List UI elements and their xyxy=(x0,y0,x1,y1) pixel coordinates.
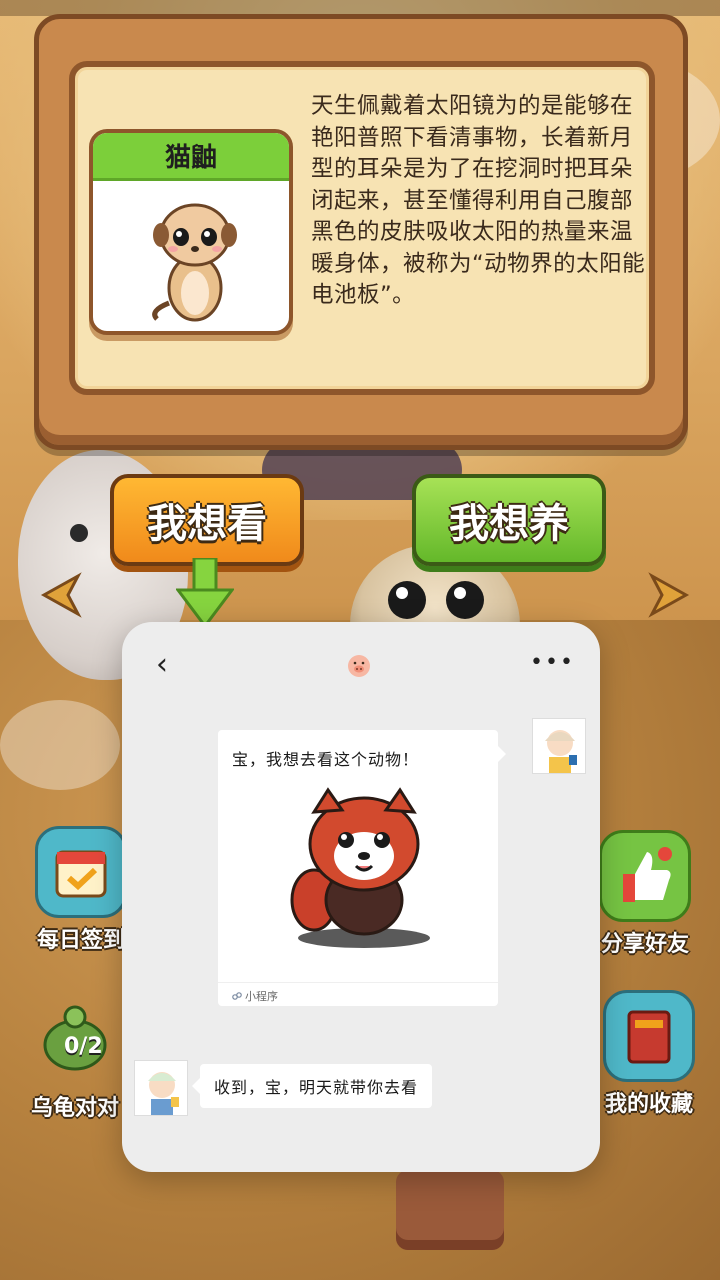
sheep-eye xyxy=(70,524,88,542)
my-collection-label: 我的收藏 xyxy=(604,1092,693,1117)
share-friends-label: 分享好友 xyxy=(600,932,689,957)
turtle-icon: 0/2 xyxy=(29,994,121,1086)
mini-program-icon xyxy=(232,992,242,1000)
shared-animal-message[interactable]: 宝，我想去看这个动物！ 小程序 xyxy=(218,730,506,1006)
want-to-see-button[interactable]: 我想看 xyxy=(110,474,304,566)
turtle-match-label: 乌龟对对 xyxy=(30,1096,119,1121)
turtle-match-count: 0/2 xyxy=(64,1034,103,1059)
turtle-match-button[interactable]: 0/2 乌龟对对 xyxy=(20,994,130,1122)
shared-message-text: 宝，我想去看这个动物！ xyxy=(232,750,420,769)
animal-name: 猫鼬 xyxy=(93,133,289,181)
daily-signin-button[interactable]: 每日签到 xyxy=(26,826,136,954)
my-collection-button[interactable]: 我的收藏 xyxy=(594,990,704,1118)
reply-avatar xyxy=(134,1060,188,1116)
meerkat-illustration xyxy=(152,203,237,322)
pig-icon xyxy=(348,655,370,677)
reply-message: 收到，宝，明天就带你去看 xyxy=(191,1064,433,1108)
thumbs-up-icon xyxy=(599,830,691,922)
center-animal-eye xyxy=(446,581,484,619)
sender-avatar xyxy=(532,718,586,774)
book-icon xyxy=(603,990,695,1082)
down-arrow-icon xyxy=(176,558,234,628)
want-to-raise-button[interactable]: 我想养 xyxy=(412,474,606,566)
chat-header: ‹ ••• xyxy=(122,622,600,706)
calendar-check-icon xyxy=(35,826,127,918)
mini-program-label: 小程序 xyxy=(232,988,278,1004)
chevron-left-icon[interactable]: ‹ xyxy=(156,650,184,680)
animal-description: 天生佩戴着太阳镜为的是能够在艳阳普照下看清事物，长着新月型的耳朵是为了在挖洞时把… xyxy=(311,93,646,308)
mini-program-text: 小程序 xyxy=(245,990,278,1003)
animal-info-panel: 猫鼬 天生佩戴着太阳镜为的是能够在艳阳普照下看清事物，长着新月型的耳朵是为了在挖… xyxy=(34,14,688,450)
chat-preview-panel: ‹ ••• 宝，我想去看这个动物！ 小程序 收到，宝，明天就带你去看 xyxy=(122,622,600,1172)
previous-animal-arrow-icon[interactable] xyxy=(38,572,82,618)
animal-info-inner: 猫鼬 天生佩戴着太阳镜为的是能够在艳阳普照下看清事物，长着新月型的耳朵是为了在挖… xyxy=(69,61,655,395)
daily-signin-label: 每日签到 xyxy=(36,928,125,953)
background-cloud xyxy=(0,700,120,790)
more-dots-icon[interactable]: ••• xyxy=(530,650,573,675)
wooden-block-decoration xyxy=(396,1170,504,1250)
red-panda-illustration xyxy=(290,787,430,948)
mini-program-divider xyxy=(218,982,498,983)
next-animal-arrow-icon[interactable] xyxy=(648,572,692,618)
center-animal-eye xyxy=(388,581,426,619)
animal-card: 猫鼬 xyxy=(89,129,293,335)
share-friends-button[interactable]: 分享好友 xyxy=(590,830,700,958)
